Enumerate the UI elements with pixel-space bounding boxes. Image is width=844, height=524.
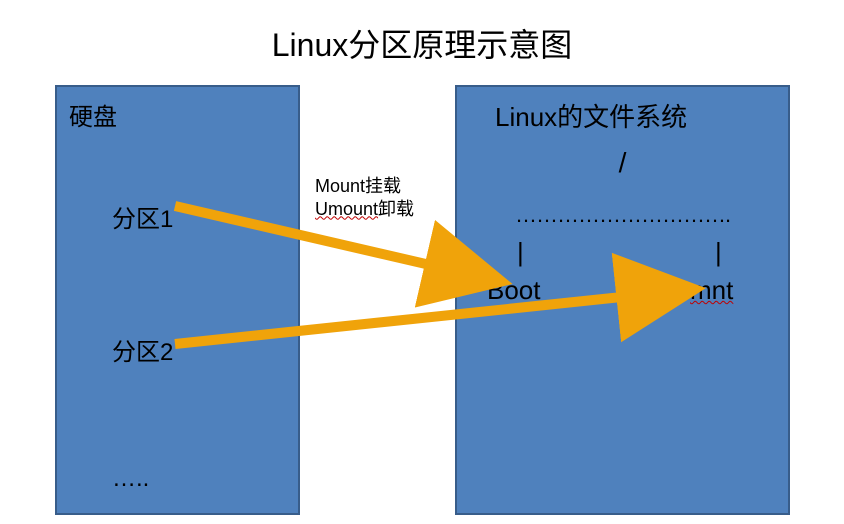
- mount-label: Mount挂载: [315, 176, 401, 196]
- disk-title-label: 硬盘: [69, 97, 117, 132]
- partition-ellipsis: …..: [112, 465, 149, 493]
- umount-suffix: 卸载: [378, 199, 414, 219]
- root-slash-label: /: [457, 147, 788, 179]
- left-panel-disk: 硬盘 分区1 分区2 …..: [55, 85, 300, 515]
- diagram-title: Linux分区原理示意图: [0, 20, 844, 66]
- partition-2-label: 分区2: [112, 332, 173, 367]
- filesystem-dots: ………………………….: [457, 202, 788, 228]
- mount-annotation: Mount挂载 Umount卸载: [315, 175, 414, 220]
- right-panel-filesystem: Linux的文件系统 / …………………………. | | Boot mnt: [455, 85, 790, 515]
- mnt-label: mnt: [690, 275, 733, 306]
- filesystem-title-label: Linux的文件系统: [495, 97, 687, 134]
- partition-1-label: 分区1: [112, 199, 173, 234]
- boot-label: Boot: [487, 275, 541, 306]
- tree-pipe-right: |: [715, 237, 722, 268]
- umount-word: Umount: [315, 199, 378, 219]
- tree-pipe-left: |: [517, 237, 524, 268]
